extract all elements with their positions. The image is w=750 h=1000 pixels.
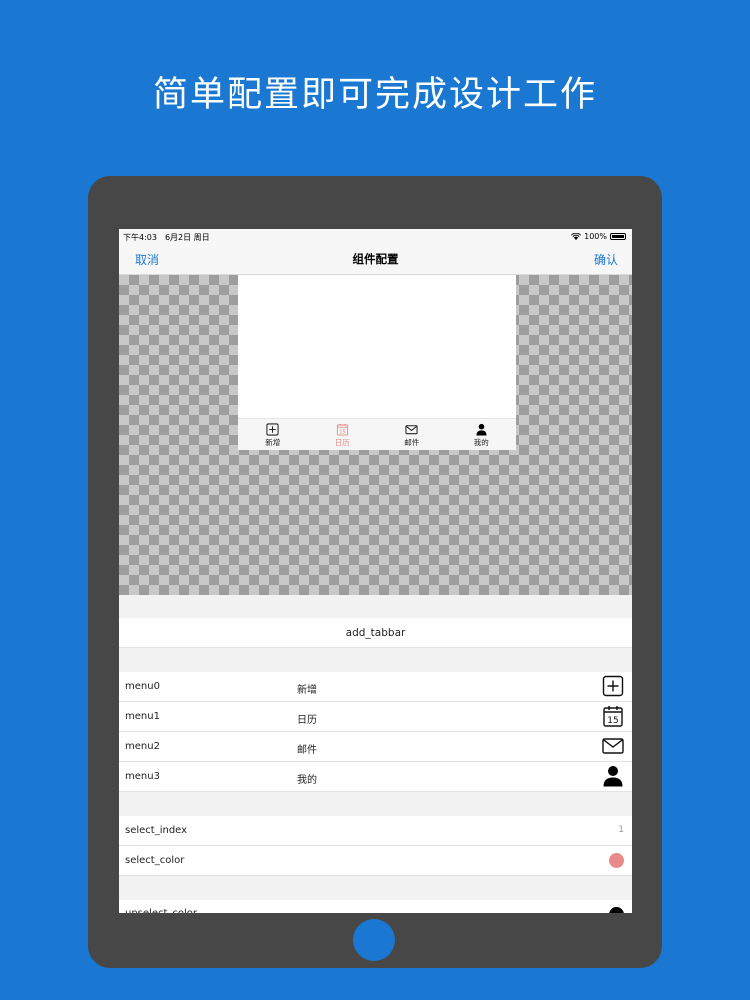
unselect-color-label: unselect_color: [125, 908, 197, 913]
list-item[interactable]: menu3 我的: [119, 762, 632, 792]
select-settings: select_index 1 select_color: [119, 816, 632, 876]
list-item[interactable]: menu0 新增: [119, 672, 632, 702]
select-index-value: 1: [618, 825, 624, 835]
preview-tab-label: 日历: [334, 438, 350, 447]
menu-list: menu0 新增 menu1 日历 15 menu2 邮件 menu3 我的: [119, 672, 632, 792]
preview-view: 新增 15 日历 邮件 我的: [238, 275, 516, 450]
preview-tab-calendar[interactable]: 15 日历: [308, 419, 378, 450]
mail-icon[interactable]: [602, 735, 624, 757]
menu-key: menu1: [125, 711, 160, 722]
tablet-screen: 下午4:03 6月2日 周日 100% 取消 组件配置 确认 新增 15 日历 …: [119, 229, 632, 913]
menu-value: 邮件: [297, 745, 317, 756]
select-color-row[interactable]: select_color: [119, 846, 632, 876]
add-tabbar-button[interactable]: add_tabbar: [119, 618, 632, 648]
person-icon[interactable]: [602, 765, 624, 787]
unselect-color-swatch[interactable]: [609, 907, 624, 913]
confirm-button[interactable]: 确认: [594, 251, 618, 268]
preview-tab-label: 我的: [473, 438, 489, 447]
preview-tab-me[interactable]: 我的: [447, 419, 517, 450]
select-index-label: select_index: [125, 825, 188, 836]
calendar-icon: 15: [336, 423, 348, 436]
menu-key: menu2: [125, 741, 160, 752]
status-time: 下午4:03 6月2日 周日: [123, 233, 210, 242]
unselect-settings: unselect_color: [119, 900, 632, 913]
wifi-icon: [571, 233, 582, 240]
nav-bar: 取消 组件配置 确认: [119, 244, 632, 275]
preview-tab-add[interactable]: 新增: [238, 419, 308, 450]
preview-tab-mail[interactable]: 邮件: [377, 419, 447, 450]
battery-percent: 100%: [584, 232, 607, 241]
status-bar: 下午4:03 6月2日 周日 100%: [119, 229, 632, 244]
preview-tab-label: 新增: [265, 438, 281, 447]
menu-value: 新增: [297, 685, 317, 696]
calendar-icon[interactable]: 15: [602, 705, 624, 727]
menu-value: 我的: [297, 775, 317, 786]
person-icon: [476, 423, 487, 436]
preview-canvas: 新增 15 日历 邮件 我的: [119, 275, 632, 595]
menu-key: menu3: [125, 771, 160, 782]
headline: 简单配置即可完成设计工作: [152, 75, 597, 115]
add-square-icon[interactable]: [602, 675, 624, 697]
unselect-color-row[interactable]: unselect_color: [119, 900, 632, 913]
add-square-icon: [266, 423, 279, 436]
calendar-day: 15: [607, 716, 618, 726]
select-index-row[interactable]: select_index 1: [119, 816, 632, 846]
mail-icon: [405, 425, 418, 435]
preview-tab-label: 邮件: [404, 438, 420, 447]
calendar-day: 15: [339, 429, 345, 435]
add-tabbar-section: add_tabbar: [119, 618, 632, 648]
list-item[interactable]: menu1 日历 15: [119, 702, 632, 732]
list-item[interactable]: menu2 邮件: [119, 732, 632, 762]
select-color-label: select_color: [125, 855, 185, 866]
tablet-frame: 下午4:03 6月2日 周日 100% 取消 组件配置 确认 新增 15 日历 …: [88, 176, 662, 968]
menu-key: menu0: [125, 681, 160, 692]
menu-value: 日历: [297, 715, 317, 726]
home-button[interactable]: [353, 919, 395, 961]
battery-icon: [610, 233, 626, 240]
page-title: 组件配置: [352, 252, 399, 266]
select-color-swatch[interactable]: [609, 853, 624, 868]
preview-tabbar: 新增 15 日历 邮件 我的: [238, 418, 516, 450]
